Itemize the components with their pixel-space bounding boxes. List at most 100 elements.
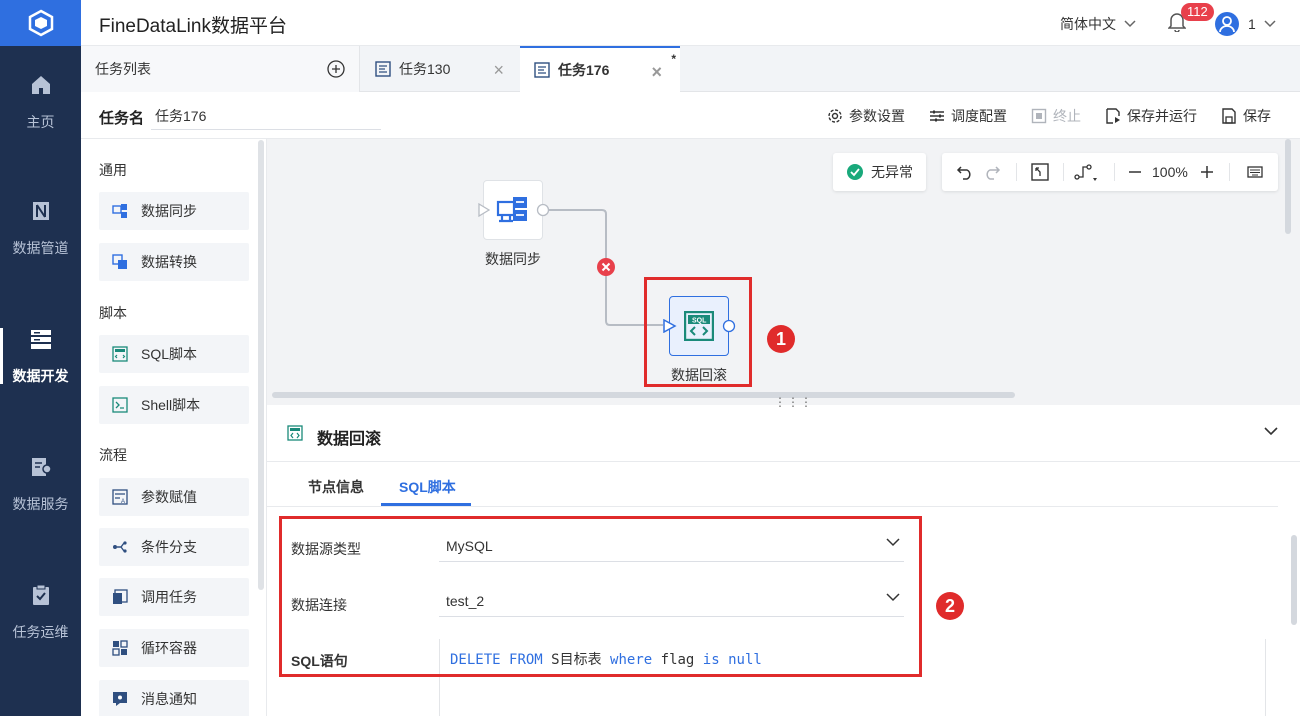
- tab-task-130[interactable]: 任务130 ×: [361, 46, 520, 92]
- pipeline-icon: [28, 198, 54, 224]
- param-assign-icon: A: [112, 489, 128, 505]
- nav-label: 数据服务: [12, 496, 69, 512]
- task-name-input[interactable]: [151, 102, 381, 130]
- params-button[interactable]: 参数设置: [827, 106, 905, 126]
- data-sync-icon: [496, 197, 527, 223]
- nav-item-pipeline[interactable]: 数据管道: [0, 178, 81, 278]
- palette-item-param-assign[interactable]: A 参数赋值: [99, 478, 249, 516]
- task-icon: [534, 62, 550, 78]
- palette-item-condition-branch[interactable]: 条件分支: [99, 528, 249, 566]
- home-icon: [28, 72, 54, 98]
- highlight-box: [279, 516, 922, 677]
- sql-icon: [287, 425, 303, 441]
- unsaved-mark: *: [671, 52, 676, 66]
- nav-label: 主页: [26, 114, 55, 130]
- stop-icon: [1031, 108, 1047, 124]
- sql-icon: [112, 346, 128, 362]
- canvas-horizontal-scrollbar[interactable]: [272, 392, 1015, 398]
- palette-section-title: 脚本: [99, 305, 127, 321]
- palette-scrollbar[interactable]: [258, 140, 264, 590]
- save-run-icon: [1106, 108, 1120, 124]
- gear-icon: [828, 109, 842, 123]
- terminal-icon: [112, 397, 128, 413]
- loop-container-icon: [112, 640, 128, 656]
- task-list-label: 任务列表: [95, 61, 151, 77]
- nav-label: 数据管道: [12, 240, 69, 256]
- node-data-sync[interactable]: [483, 180, 543, 240]
- svg-text:A: A: [121, 499, 125, 505]
- data-sync-icon: [112, 203, 128, 219]
- nav-label: 数据开发: [12, 368, 69, 384]
- data-transform-icon: [112, 254, 128, 270]
- callout-number: 2: [936, 592, 964, 620]
- save-button[interactable]: 保存: [1221, 106, 1271, 126]
- save-icon: [1222, 108, 1236, 124]
- active-tab-indicator: [381, 503, 471, 506]
- tab-sql-script[interactable]: SQL脚本: [399, 477, 456, 497]
- palette-section-title: 流程: [99, 447, 127, 463]
- palette-item-call-task[interactable]: 调用任务: [99, 578, 249, 616]
- message-icon: [112, 691, 128, 707]
- stop-button[interactable]: 终止: [1031, 106, 1081, 126]
- clipboard-check-icon: [28, 582, 54, 608]
- flow-canvas[interactable]: 无异常 100% 数据同步 SQL 数据回滚 1: [267, 139, 1300, 405]
- nav-label: 任务运维: [12, 624, 69, 640]
- top-header: FineDataLink数据平台 简体中文 112 1: [81, 0, 1300, 46]
- canvas-vertical-scrollbar[interactable]: [1285, 139, 1291, 234]
- language-label: 简体中文: [1060, 16, 1116, 32]
- sliders-icon: [930, 110, 944, 122]
- close-icon[interactable]: ×: [651, 62, 662, 83]
- language-selector[interactable]: 简体中文: [1060, 14, 1136, 34]
- palette-item-data-sync[interactable]: 数据同步: [99, 192, 249, 230]
- panel-header: 数据回滚: [267, 405, 1300, 462]
- schedule-button[interactable]: 调度配置: [929, 106, 1007, 126]
- tab-bar: 任务列表 任务130 × 任务176 × *: [81, 46, 1300, 92]
- service-icon: [28, 454, 54, 480]
- task-name-label: 任务名: [99, 110, 145, 127]
- tab-label: 任务176: [558, 62, 610, 78]
- nav-item-home[interactable]: 主页: [0, 52, 81, 152]
- tab-label: 任务130: [399, 61, 451, 77]
- palette-item-shell-script[interactable]: Shell脚本: [99, 386, 249, 424]
- palette-item-data-transform[interactable]: 数据转换: [99, 243, 249, 281]
- nav-item-service[interactable]: 数据服务: [0, 434, 81, 534]
- task-icon: [375, 61, 391, 77]
- add-circle-icon[interactable]: [327, 60, 345, 78]
- tab-task-176[interactable]: 任务176 × *: [520, 46, 680, 92]
- node-input-port: [478, 203, 490, 217]
- logo-icon: [28, 9, 53, 37]
- avatar-icon: [1215, 12, 1239, 36]
- task-toolbar: 任务名 参数设置 调度配置 终止 保存并运行 保存: [81, 92, 1300, 139]
- app-logo[interactable]: [0, 0, 81, 46]
- node-output-port[interactable]: [536, 203, 550, 217]
- app-title: FineDataLink数据平台: [99, 16, 287, 37]
- palette-section-title: 通用: [99, 162, 127, 178]
- panel-scrollbar[interactable]: [1291, 535, 1297, 625]
- tab-node-info[interactable]: 节点信息: [308, 477, 364, 497]
- chevron-down-icon[interactable]: [1264, 427, 1278, 436]
- palette-item-message-notify[interactable]: 消息通知: [99, 680, 249, 716]
- user-name: 1: [1248, 16, 1256, 32]
- palette-item-sql-script[interactable]: SQL脚本: [99, 335, 249, 373]
- callout-number: 1: [767, 325, 795, 353]
- tab-divider: [267, 506, 1278, 507]
- save-and-run-button[interactable]: 保存并运行: [1105, 106, 1197, 126]
- branch-icon: [112, 539, 128, 555]
- nav-item-ops[interactable]: 任务运维: [0, 562, 81, 662]
- close-icon[interactable]: ×: [493, 60, 504, 81]
- nav-item-dev[interactable]: 数据开发: [0, 306, 81, 406]
- chevron-down-icon: [1264, 20, 1276, 28]
- property-panel: ⋮⋮⋮ 数据回滚 节点信息 SQL脚本 数据源类型 MySQL 数据连接 tes…: [267, 395, 1300, 716]
- task-list-tab[interactable]: 任务列表: [81, 46, 360, 92]
- user-menu[interactable]: 1: [1214, 11, 1276, 37]
- highlight-box: [644, 277, 752, 387]
- left-nav: 主页 数据管道 数据开发 数据服务 任务运维: [0, 0, 81, 716]
- palette-item-loop-container[interactable]: 循环容器: [99, 629, 249, 667]
- call-task-icon: [112, 589, 128, 605]
- panel-title: 数据回滚: [317, 431, 382, 448]
- dev-icon: [28, 326, 54, 352]
- chevron-down-icon: [1124, 20, 1136, 28]
- node-connector: [545, 209, 663, 326]
- node-palette: 通用 数据同步 数据转换 脚本 SQL脚本 Shell脚本 流程 A 参数赋值 …: [81, 139, 267, 716]
- node-label: 数据同步: [485, 251, 541, 267]
